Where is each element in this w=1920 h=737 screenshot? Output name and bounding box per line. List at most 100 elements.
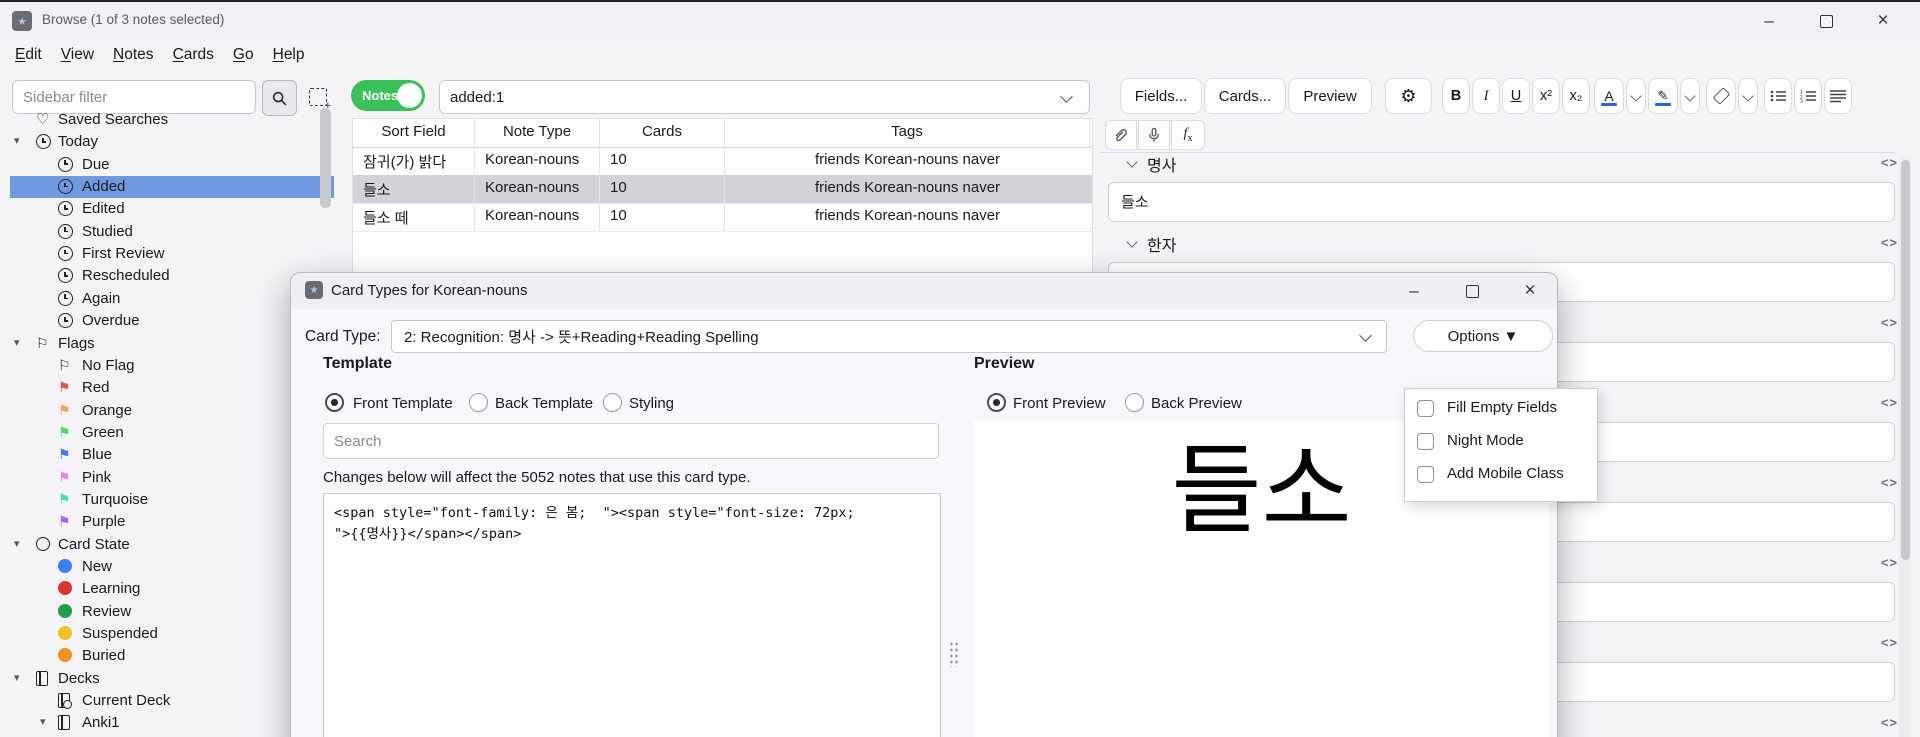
menu-view[interactable]: View (61, 46, 94, 64)
sidebar-item-turquoise[interactable]: ⚑ Turquoise (10, 489, 334, 511)
sidebar-item-edited[interactable]: Edited (10, 198, 334, 220)
sidebar-item-pink[interactable]: ⚑ Pink (10, 467, 334, 489)
sidebar-item-orange[interactable]: ⚑ Orange (10, 400, 334, 422)
html-editor-icon[interactable]: <> (1881, 155, 1898, 170)
sidebar-item-rescheduled[interactable]: Rescheduled (10, 265, 334, 287)
menu-notes[interactable]: Notes (113, 46, 154, 64)
superscript-button[interactable]: x² (1532, 78, 1560, 114)
table-row[interactable]: 잠귀(가) 밝다 Korean-nouns 10 friends Korean-nou… (353, 147, 1092, 176)
sidebar-item-current-deck[interactable]: Current Deck (10, 690, 334, 712)
options-button[interactable]: Options ▼ (1413, 320, 1553, 352)
close-button[interactable]: × (1863, 8, 1903, 34)
sidebar-item-added[interactable]: Added (10, 176, 334, 199)
dialog-maximize-button[interactable] (1452, 278, 1492, 304)
menu-help[interactable]: Help (273, 46, 305, 64)
expand-arrow-icon[interactable]: ▾ (14, 671, 20, 684)
underline-button[interactable]: U (1502, 78, 1530, 114)
back-preview-radio[interactable] (1125, 393, 1144, 412)
sidebar-item-red[interactable]: ⚑ Red (10, 377, 334, 399)
search-query-input[interactable] (439, 80, 1090, 114)
card-type-dropdown[interactable]: 2: Recognition: 명사 -> 뜻+Reading+Reading … (391, 320, 1387, 353)
html-editor-icon[interactable]: <> (1881, 315, 1898, 330)
cards-button[interactable]: Cards... (1204, 78, 1286, 114)
column-header-sort-field[interactable]: Sort Field (353, 119, 475, 147)
sidebar-item-first-review[interactable]: First Review (10, 243, 334, 265)
sidebar-item-due[interactable]: Due (10, 154, 334, 176)
expand-arrow-icon[interactable]: ▾ (14, 134, 20, 147)
table-row[interactable]: 들소 떼 Korean-nouns 10 friends Korean-nouns n… (353, 203, 1092, 232)
sidebar-item-flags[interactable]: ▾ ⚐ Flags (10, 333, 334, 355)
preview-button[interactable]: Preview (1288, 78, 1372, 114)
html-editor-icon[interactable]: <> (1881, 395, 1898, 410)
sidebar-item-today[interactable]: ▾ Today (10, 131, 334, 153)
menu-edit[interactable]: Edit (15, 46, 42, 64)
sidebar-item-blue[interactable]: ⚑ Blue (10, 444, 334, 466)
checkbox-add-mobile-class[interactable] (1417, 466, 1434, 483)
sidebar-item-no-flag[interactable]: ⚐ No Flag (10, 355, 334, 377)
sidebar-item-again[interactable]: Again (10, 288, 334, 310)
menu-cards[interactable]: Cards (173, 46, 214, 64)
menu-go[interactable]: Go (233, 46, 254, 64)
remove-formatting-dropdown-button[interactable] (1738, 78, 1758, 114)
template-search-input[interactable] (323, 423, 939, 459)
sidebar-item-studied[interactable]: Studied (10, 221, 334, 243)
remove-formatting-button[interactable] (1706, 78, 1736, 114)
maximize-button[interactable] (1806, 8, 1846, 34)
dialog-minimize-button[interactable]: – (1394, 278, 1434, 304)
html-editor-icon[interactable]: <> (1881, 715, 1898, 730)
numbered-list-button[interactable]: 123 (1794, 78, 1822, 114)
sidebar-item-review[interactable]: Review (10, 601, 334, 623)
sidebar-item-purple[interactable]: ⚑ Purple (10, 511, 334, 533)
sidebar-item-new[interactable]: New (10, 556, 334, 578)
bullet-list-button[interactable] (1764, 78, 1792, 114)
checkbox-night-mode[interactable] (1417, 433, 1434, 450)
notes-cards-toggle[interactable]: Notes (351, 80, 425, 111)
template-code-editor[interactable]: <span style="font-family: 은 봄; "><span s… (323, 493, 941, 737)
column-header-note-type[interactable]: Note Type (475, 119, 600, 147)
collapse-field-icon[interactable] (1126, 156, 1138, 168)
html-editor-icon[interactable]: <> (1881, 235, 1898, 250)
expand-arrow-icon[interactable]: ▾ (14, 336, 20, 349)
sidebar-item-saved-searches[interactable]: ♡ Saved Searches (10, 109, 334, 131)
sidebar-scrollbar[interactable] (320, 108, 331, 208)
italic-button[interactable]: I (1472, 78, 1500, 114)
html-editor-icon[interactable]: <> (1881, 555, 1898, 570)
html-editor-icon[interactable]: <> (1881, 475, 1898, 490)
styling-radio[interactable] (603, 393, 622, 412)
splitter-grip[interactable] (949, 641, 959, 667)
sidebar-item-overdue[interactable]: Overdue (10, 310, 334, 332)
dialog-close-button[interactable]: × (1510, 278, 1550, 304)
field-header[interactable]: 한자 <> (1123, 232, 1903, 256)
field-header[interactable]: 명사 <> (1123, 152, 1903, 176)
sidebar-item-suspended[interactable]: Suspended (10, 623, 334, 645)
table-row[interactable]: 들소 Korean-nouns 10 friends Korean-nouns nav… (353, 175, 1092, 204)
sidebar-item-green[interactable]: ⚑ Green (10, 422, 334, 444)
editor-settings-button[interactable]: ⚙ (1385, 78, 1432, 114)
highlight-color-button[interactable]: ✎ (1648, 78, 1678, 114)
highlight-dropdown-button[interactable] (1680, 78, 1700, 114)
alignment-button[interactable] (1824, 78, 1852, 114)
sidebar-item-learning[interactable]: Learning (10, 578, 334, 600)
text-color-dropdown-button[interactable] (1626, 78, 1646, 114)
column-header-cards[interactable]: Cards (600, 119, 725, 147)
sidebar-item-card-state[interactable]: ▾ Card State (10, 534, 334, 556)
field-input[interactable]: 들소 (1108, 182, 1895, 222)
html-editor-icon[interactable]: <> (1881, 635, 1898, 650)
sidebar-item-decks[interactable]: ▾ Decks (10, 668, 334, 690)
subscript-button[interactable]: x₂ (1562, 78, 1590, 114)
bold-button[interactable]: B (1442, 78, 1470, 114)
text-color-button[interactable]: A (1594, 78, 1624, 114)
front-template-radio[interactable] (325, 393, 344, 412)
sidebar-item-buried[interactable]: Buried (10, 645, 334, 667)
column-header-tags[interactable]: Tags (725, 119, 1090, 147)
back-template-radio[interactable] (469, 393, 488, 412)
sidebar-item-anki1[interactable]: ▾ Anki1 (10, 712, 334, 734)
expand-arrow-icon[interactable]: ▾ (14, 537, 20, 550)
collapse-field-icon[interactable] (1126, 236, 1138, 248)
fields-button[interactable]: Fields... (1120, 78, 1202, 114)
editor-scrollbar-thumb[interactable] (1901, 160, 1910, 560)
checkbox-fill-empty-fields[interactable] (1417, 400, 1434, 417)
front-preview-radio[interactable] (987, 393, 1006, 412)
minimize-button[interactable]: – (1749, 8, 1789, 34)
expand-arrow-icon[interactable]: ▾ (40, 715, 46, 728)
